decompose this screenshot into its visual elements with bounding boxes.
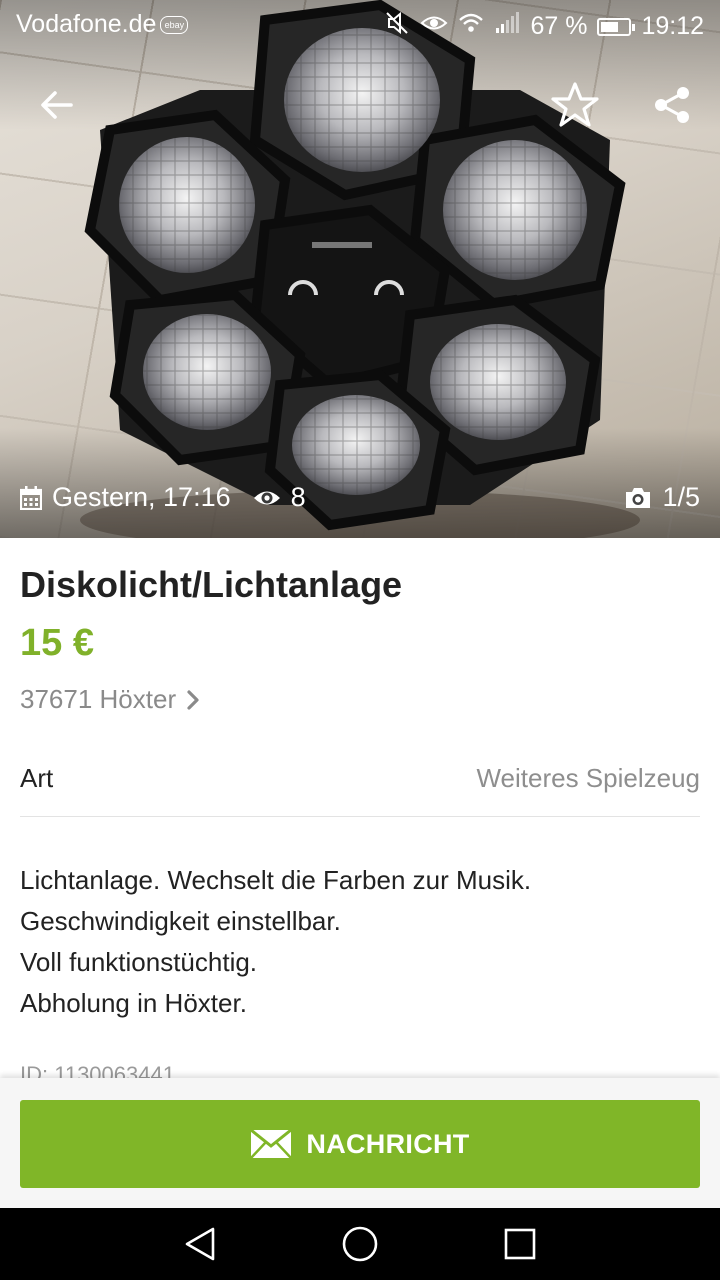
share-button[interactable] (645, 78, 699, 132)
nav-recents-button[interactable] (498, 1222, 542, 1266)
posted-date: Gestern, 17:16 (52, 482, 231, 512)
battery-icon (597, 17, 636, 36)
favorite-button[interactable] (548, 78, 602, 132)
message-button[interactable]: NACHRICHT (20, 1100, 700, 1188)
action-bar: NACHRICHT (0, 1078, 720, 1208)
message-button-label: NACHRICHT (306, 1128, 470, 1159)
back-button[interactable] (29, 78, 83, 132)
photo-counter: 1/5 (624, 482, 700, 513)
battery-percent: 67 % (530, 12, 588, 40)
wifi-icon (458, 12, 484, 41)
nav-back-button[interactable] (178, 1222, 222, 1266)
clock: 19:12 (641, 12, 704, 40)
signal-icon (494, 12, 520, 41)
disco-light-photo (80, 0, 640, 538)
description-line: Geschwindigkeit einstellbar. (20, 906, 341, 936)
listing-title: Diskolicht/Lichtanlage (20, 564, 403, 605)
attribute-label: Art (20, 763, 54, 793)
view-count: 8 (290, 482, 306, 512)
attribute-value: Weiteres Spielzeug (476, 763, 700, 793)
share-icon (655, 87, 689, 123)
views-eye-icon (253, 488, 281, 508)
description-line: Lichtanlage. Wechselt die Farben zur Mus… (20, 865, 532, 895)
photo-index: 1/5 (662, 482, 700, 512)
chevron-right-icon (186, 689, 200, 711)
carrier-name: Vodafone.de (16, 10, 157, 38)
listing-description: Lichtanlage. Wechselt die Farben zur Mus… (20, 860, 700, 1024)
triangle-back-icon (185, 1227, 215, 1261)
description-line: Abholung in Höxter. (20, 988, 247, 1018)
attribute-row: Art Weiteres Spielzeug (20, 745, 700, 817)
envelope-icon (250, 1129, 293, 1159)
square-recents-icon (504, 1228, 536, 1260)
eye-comfort-icon (420, 12, 448, 41)
listing-price: 15 € (20, 622, 94, 664)
circle-home-icon (342, 1226, 378, 1262)
location-link[interactable]: 37671 Höxter (20, 684, 200, 715)
status-bar: Vodafone.de ebay 67 % 19:12 (0, 0, 720, 50)
location-text: 37671 Höxter (20, 684, 177, 714)
arrow-back-icon (41, 91, 73, 119)
camera-icon (624, 487, 652, 509)
nav-home-button[interactable] (338, 1222, 382, 1266)
calendar-icon (20, 485, 42, 510)
listing-photo[interactable]: Vodafone.de ebay 67 % 19:12 Gestern, 17:… (0, 0, 720, 538)
star-outline-icon (551, 82, 599, 127)
system-nav-bar (0, 1208, 720, 1280)
ebay-notification-icon: ebay (160, 15, 189, 34)
listing-meta: Gestern, 17:16 8 (20, 482, 306, 513)
description-line: Voll funktionstüchtig. (20, 947, 258, 977)
mute-icon (384, 10, 410, 43)
